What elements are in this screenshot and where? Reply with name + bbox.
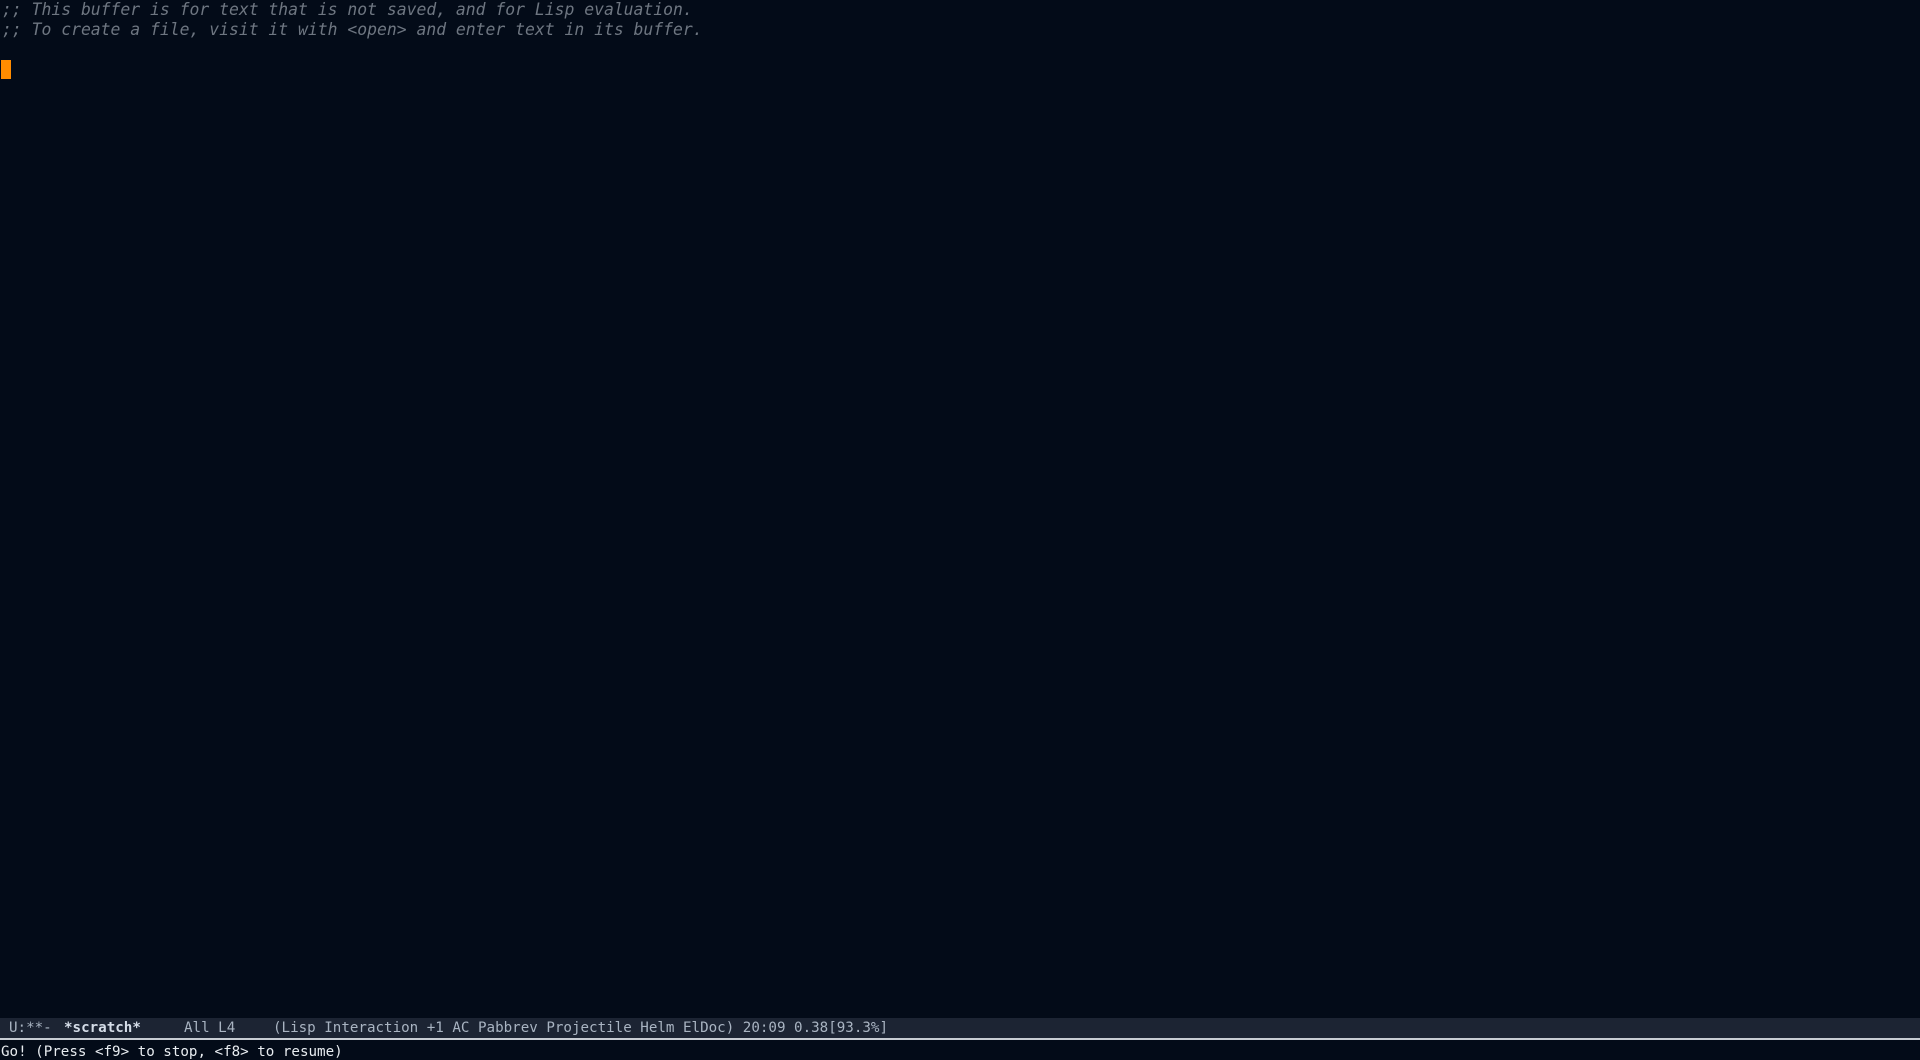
mode-line-buffer-name[interactable]: *scratch*	[64, 1018, 141, 1038]
buffer-comment-line-2: ;; To create a file, visit it with <open…	[2, 20, 703, 39]
mode-line[interactable]: U:**- *scratch* All L4 (Lisp Interaction…	[0, 1018, 1920, 1038]
buffer-comment-line-1: ;; This buffer is for text that is not s…	[2, 0, 693, 19]
scratch-buffer-text-area[interactable]: ;; This buffer is for text that is not s…	[0, 0, 1920, 1018]
mode-line-modes[interactable]: (Lisp Interaction +1 AC Pabbrev Projecti…	[273, 1018, 888, 1038]
mode-line-modified-status: U:**-	[9, 1020, 52, 1036]
echo-area-message: Go! (Press <f9> to stop, <f8> to resume)	[0, 1040, 1920, 1060]
text-cursor	[1, 60, 11, 79]
emacs-frame: ;; This buffer is for text that is not s…	[0, 0, 1920, 1060]
mode-line-position: All L4	[184, 1020, 236, 1036]
